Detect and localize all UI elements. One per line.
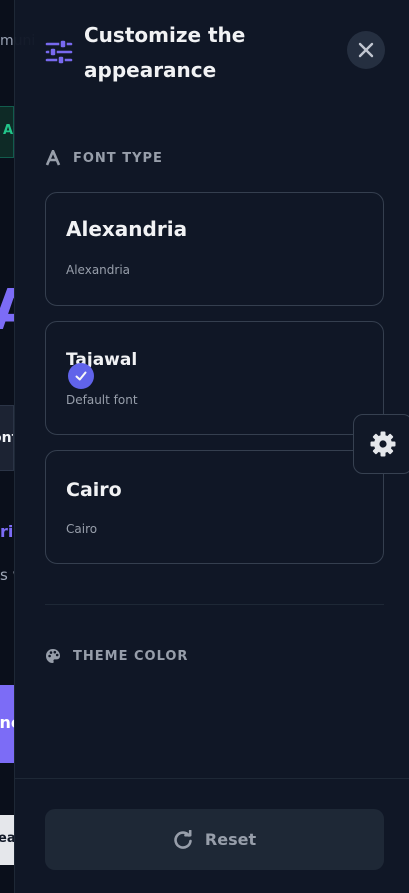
check-icon [75,371,87,381]
font-option-subtitle: Cairo [66,522,98,536]
font-option-subtitle: Alexandria [66,263,131,277]
background-logo: A [0,282,14,332]
background-highlight-text: rie [0,522,14,541]
sliders-icon [45,39,73,65]
customize-drawer: Customize the appearance FONT TYPE Alexa… [14,0,409,893]
background-role-text: ontend Developer [0,430,13,446]
theme-color-heading: THEME COLOR [45,648,188,664]
background-tag-text: Av [3,123,13,138]
font-option-alexandria[interactable]: Alexandria Alexandria [45,192,384,306]
reset-label: Reset [204,830,257,849]
font-type-heading-text: FONT TYPE [73,150,163,166]
reset-icon [174,829,192,849]
font-option-title: Cairo [66,479,122,501]
drawer-title: Customize the appearance [84,23,246,82]
palette-icon [46,649,60,663]
drawer-header: Customize the appearance [15,0,409,110]
background-body-text: s with the latest [0,566,14,584]
section-divider [45,604,384,605]
font-option-title: Alexandria [66,217,188,241]
gear-icon [370,431,396,457]
background-cta-label: ince [0,713,14,732]
close-button[interactable] [347,31,385,69]
background-logo-text: A [0,282,14,332]
font-option-tajawal[interactable]: Tajawal Default font [45,321,384,435]
background-bottom-button[interactable]: ea [0,815,14,865]
close-icon [358,42,374,58]
font-option-cairo[interactable]: Cairo Cairo [45,450,384,564]
reset-button[interactable]: Reset [45,809,384,870]
font-type-heading: FONT TYPE [45,150,163,166]
footer-divider [15,778,409,779]
font-icon [45,150,61,166]
settings-toggle-button[interactable] [353,414,409,474]
background-tag: Av [0,106,14,158]
background-bottom-label: ea [0,831,14,846]
selected-check-badge [68,363,94,389]
background-cta-button[interactable]: ince [0,685,14,763]
font-option-subtitle: Default font [66,393,138,407]
background-role-badge: ontend Developer [0,405,14,471]
theme-color-heading-text: THEME COLOR [73,648,189,664]
